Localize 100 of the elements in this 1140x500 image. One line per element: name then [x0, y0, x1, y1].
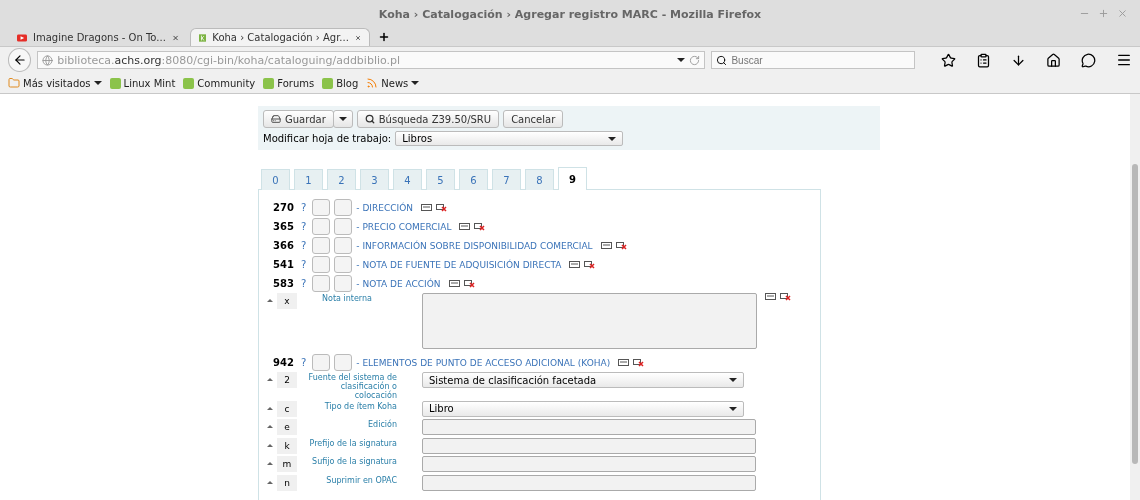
subfield-code: 2 — [277, 372, 297, 388]
clone-icon[interactable] — [569, 260, 581, 268]
z3950-search-button[interactable]: Búsqueda Z39.50/SRU — [356, 110, 500, 128]
clone-icon[interactable] — [618, 358, 630, 366]
clone-icon[interactable] — [448, 279, 460, 287]
scrollbar-thumb[interactable] — [1132, 164, 1138, 464]
framework-label: Modificar hoja de trabajo: — [263, 133, 392, 144]
indicator-field[interactable] — [334, 354, 353, 371]
field-title-link[interactable]: - INFORMACIÓN SOBRE DISPONIBILIDAD COMERCIAL — [356, 240, 593, 251]
tag-number: 583 — [273, 278, 295, 289]
tag-number: 365 — [273, 221, 295, 232]
delete-icon[interactable] — [633, 358, 645, 367]
bookmark-item[interactable]: Forums — [263, 77, 315, 89]
help-link[interactable]: ? — [301, 202, 307, 213]
window-title: Koha › Catalogación › Agregar registro MARC - Mozilla Firefox — [378, 7, 762, 21]
tab[interactable]: 4 — [393, 169, 422, 190]
tab[interactable]: 9 — [558, 167, 587, 190]
help-link[interactable]: ? — [301, 357, 307, 368]
field-title-link[interactable]: - ELEMENTOS DE PUNTO DE ACCESO ADICIONAL (KOHA) — [356, 357, 611, 368]
indicator-field[interactable] — [334, 275, 353, 292]
bookmark-item[interactable]: News — [366, 77, 420, 89]
tab[interactable]: 2 — [327, 169, 356, 190]
indicator-field[interactable] — [334, 199, 353, 216]
subfield-code: k — [277, 437, 297, 454]
globe-icon — [42, 54, 54, 66]
chat-icon[interactable] — [1081, 52, 1096, 68]
indicator-field[interactable] — [334, 237, 353, 254]
caret-icon — [677, 58, 686, 62]
indicator-field[interactable] — [334, 218, 353, 235]
select-field[interactable]: Sistema de clasificación facetada — [422, 372, 744, 388]
back-arrow-icon — [12, 53, 27, 67]
cancel-button[interactable]: Cancelar — [503, 110, 564, 128]
clone-icon[interactable] — [600, 241, 612, 249]
delete-icon[interactable] — [584, 260, 596, 269]
tab[interactable]: 3 — [360, 169, 389, 190]
framework-select[interactable]: Libros — [395, 131, 624, 146]
clone-icon[interactable] — [421, 203, 432, 211]
input-field[interactable] — [422, 474, 756, 491]
tab[interactable]: 5 — [426, 169, 455, 190]
home-icon[interactable] — [1046, 52, 1061, 68]
search-icon — [364, 114, 375, 124]
tab[interactable]: 0 — [261, 169, 290, 190]
help-link[interactable]: ? — [301, 278, 307, 289]
select-field[interactable]: Libro — [422, 400, 744, 417]
tab[interactable]: 8 — [525, 169, 554, 190]
collapse-arrow-icon[interactable] — [267, 443, 273, 447]
collapse-arrow-icon[interactable] — [267, 299, 273, 302]
help-link[interactable]: ? — [301, 259, 307, 270]
tab[interactable]: 7 — [492, 169, 521, 190]
delete-icon[interactable] — [463, 279, 475, 288]
address-field[interactable]: biblioteca.achs.org:8080/cgi-bin/koha/cataloguing/addbiblio.pl — [37, 51, 706, 69]
dropdown-button[interactable] — [332, 110, 353, 128]
bookmark-item[interactable]: Más visitados — [8, 77, 102, 89]
save-button[interactable]: Guardar — [263, 110, 334, 128]
delete-icon[interactable] — [436, 203, 447, 212]
browser-tab[interactable]: Imagine Dragons - On To... — [8, 28, 188, 46]
help-link[interactable]: ? — [301, 221, 307, 232]
input-field[interactable] — [422, 419, 756, 436]
bookmark-item[interactable]: Community — [183, 77, 256, 89]
collapse-arrow-icon[interactable] — [267, 378, 273, 381]
delete-icon[interactable] — [474, 222, 486, 231]
indicator-field[interactable] — [312, 218, 331, 235]
field-title-link[interactable]: - NOTA DE ACCIÓN — [356, 278, 441, 289]
indicator-field[interactable] — [312, 256, 331, 273]
save-icon — [271, 114, 281, 124]
clone-icon[interactable] — [459, 222, 471, 230]
indicator-field[interactable] — [312, 275, 331, 292]
back-button[interactable] — [8, 48, 32, 72]
browser-tab[interactable]: Koha › Catalogación › Agr... — [190, 28, 370, 46]
tab[interactable]: 6 — [459, 169, 488, 190]
collapse-arrow-icon[interactable] — [267, 462, 273, 466]
bookmark-item[interactable]: Linux Mint — [109, 77, 176, 89]
field-title-link[interactable]: - DIRECCIÓN — [356, 202, 413, 213]
input-field[interactable] — [422, 437, 756, 454]
indicator-field[interactable] — [312, 237, 331, 254]
caret-icon — [338, 117, 347, 121]
menu-icon[interactable] — [1116, 52, 1132, 68]
subfield-label: Suprimir en OPAC — [325, 474, 397, 485]
delete-icon[interactable] — [615, 241, 627, 250]
clone-icon[interactable] — [765, 293, 776, 300]
indicator-field[interactable] — [334, 256, 353, 273]
collapse-arrow-icon[interactable] — [267, 480, 273, 484]
download-icon[interactable] — [1011, 52, 1026, 68]
tab[interactable]: 1 — [294, 169, 323, 190]
help-link[interactable]: ? — [301, 240, 307, 251]
field-title-link[interactable]: - NOTA DE FUENTE DE ADQUISICIÓN DIRECTA — [356, 259, 562, 270]
indicator-field[interactable] — [312, 354, 331, 371]
clipboard-icon[interactable] — [976, 52, 991, 68]
delete-icon[interactable] — [780, 293, 791, 301]
indicator-field[interactable] — [312, 199, 331, 216]
collapse-arrow-icon[interactable] — [267, 406, 273, 410]
field-title-link[interactable]: - PRECIO COMERCIAL — [356, 221, 452, 232]
collapse-arrow-icon[interactable] — [267, 425, 273, 429]
star-icon[interactable] — [941, 52, 956, 68]
search-box[interactable]: Buscar — [711, 51, 915, 69]
input-field[interactable] — [422, 456, 756, 473]
bookmark-item[interactable]: Blog — [322, 77, 359, 89]
new-tab-icon[interactable] — [378, 31, 390, 43]
subfield-label: Sufijo de la signatura — [311, 456, 397, 467]
search-field[interactable]: Buscar — [731, 53, 910, 67]
